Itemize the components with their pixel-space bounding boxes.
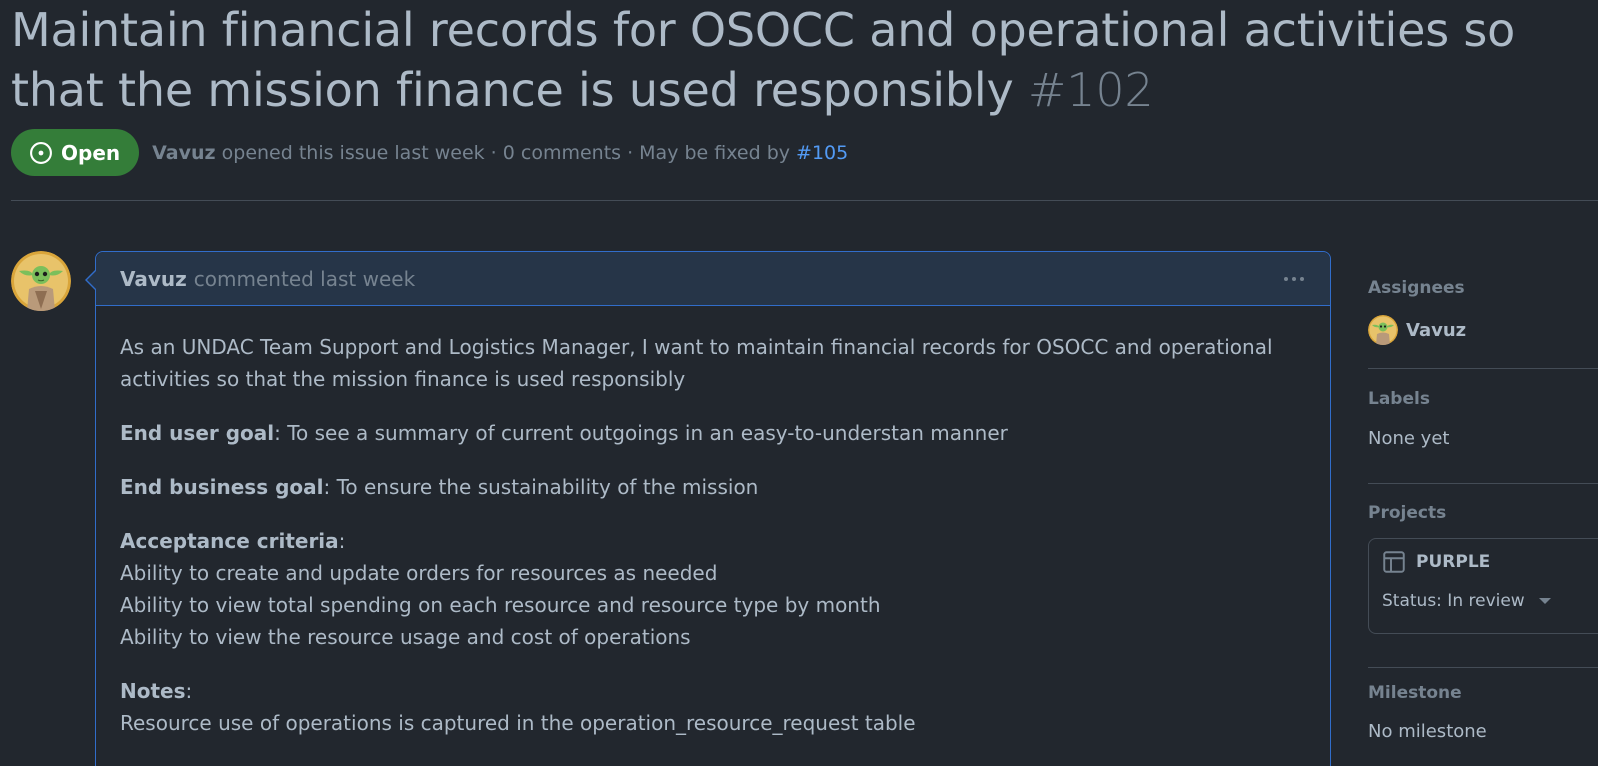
sidebar-divider [1368, 368, 1598, 369]
comment-intro: As an UNDAC Team Support and Logistics M… [120, 335, 1273, 391]
labels-heading[interactable]: Labels [1368, 389, 1430, 409]
comment-body: As an UNDAC Team Support and Logistics M… [96, 306, 1330, 739]
assignees-heading[interactable]: Assignees [1368, 278, 1465, 298]
state-badge: Open [11, 129, 140, 176]
projects-section: Projects PURPLE Status: In review [1368, 484, 1598, 668]
project-name-row: PURPLE [1382, 550, 1594, 574]
end-user-goal: End user goal: To see a summary of curre… [120, 417, 1306, 449]
triangle-down-icon [1538, 598, 1551, 604]
milestone-heading[interactable]: Milestone [1368, 683, 1462, 703]
comment-author-link[interactable]: Vavuz [120, 267, 187, 291]
milestone-value: No milestone [1368, 721, 1487, 742]
comment-pointer-fill [87, 270, 97, 290]
avatar[interactable] [11, 251, 71, 311]
assignee-avatar-image [1368, 315, 1398, 345]
acceptance-item: Ability to view the resource usage and c… [120, 625, 691, 649]
end-business-goal-label: End business goal [120, 475, 324, 499]
milestone-section: Milestone No milestone [1368, 668, 1598, 766]
opened-text: opened this issue last week · 0 comments… [221, 141, 790, 164]
assignee-name: Vavuz [1406, 319, 1467, 341]
end-business-goal-text: : To ensure the sustainability of the mi… [323, 475, 759, 499]
comment-time: commented last week [193, 266, 416, 291]
notes-colon: : [185, 679, 193, 703]
acceptance-item: Ability to view total spending on each r… [120, 593, 881, 617]
header-divider [11, 200, 1598, 201]
comment-header: Vavuz commented last week [96, 252, 1330, 306]
comment-box: Vavuz commented last week As an UNDAC Te… [85, 251, 1331, 766]
end-user-goal-label: End user goal [120, 421, 275, 445]
meta-text: Vavuz opened this issue last week · 0 co… [152, 142, 848, 164]
issue-page: Maintain financial records for OSOCC and… [0, 0, 1598, 766]
kebab-horizontal-icon [1300, 276, 1304, 281]
kebab-horizontal-icon [1284, 276, 1288, 281]
projects-heading[interactable]: Projects [1368, 503, 1446, 523]
avatar-image [11, 251, 71, 311]
acceptance-criteria-colon: : [338, 529, 346, 553]
project-card[interactable]: PURPLE Status: In review [1368, 538, 1598, 634]
assignees-section: Assignees Vavuz [1368, 270, 1598, 370]
end-user-goal-text: : To see a summary of current outgoings … [274, 421, 1008, 445]
issue-number: #102 [1027, 63, 1154, 117]
acceptance-item: Ability to create and update orders for … [120, 561, 718, 585]
project-name: PURPLE [1416, 552, 1491, 572]
assignee-avatar [1368, 315, 1398, 345]
state-label: Open [61, 140, 121, 165]
notes-label: Notes [120, 679, 186, 703]
kebab-horizontal-icon [1292, 276, 1296, 281]
labels-section: Labels None yet [1368, 370, 1598, 484]
issue-opened-icon [30, 141, 52, 164]
acceptance-criteria-label: Acceptance criteria [120, 529, 339, 553]
project-status-text: Status: In review [1382, 591, 1525, 611]
labels-value: None yet [1368, 428, 1450, 449]
issue-sidebar: Assignees Vavuz Labels None yet Projects… [1368, 270, 1598, 766]
end-business-goal: End business goal: To ensure the sustain… [120, 471, 1306, 503]
table-icon [1383, 551, 1405, 573]
project-status-dropdown[interactable]: Status: In review [1382, 591, 1594, 611]
comment-options-button[interactable] [1282, 271, 1306, 287]
acceptance-criteria: Acceptance criteria: Ability to create a… [120, 525, 1306, 653]
issue-title: Maintain financial records for OSOCC and… [11, 0, 1596, 120]
issue-title-text: Maintain financial records for OSOCC and… [11, 3, 1516, 117]
issue-meta: Open Vavuz opened this issue last week ·… [11, 129, 848, 176]
notes-text: Resource use of operations is captured i… [120, 711, 916, 735]
notes: Notes: Resource use of operations is cap… [120, 675, 1306, 739]
linked-pr-link[interactable]: #105 [796, 142, 848, 164]
issue-author-link[interactable]: Vavuz [152, 142, 215, 164]
assignee-item[interactable]: Vavuz [1368, 315, 1466, 345]
